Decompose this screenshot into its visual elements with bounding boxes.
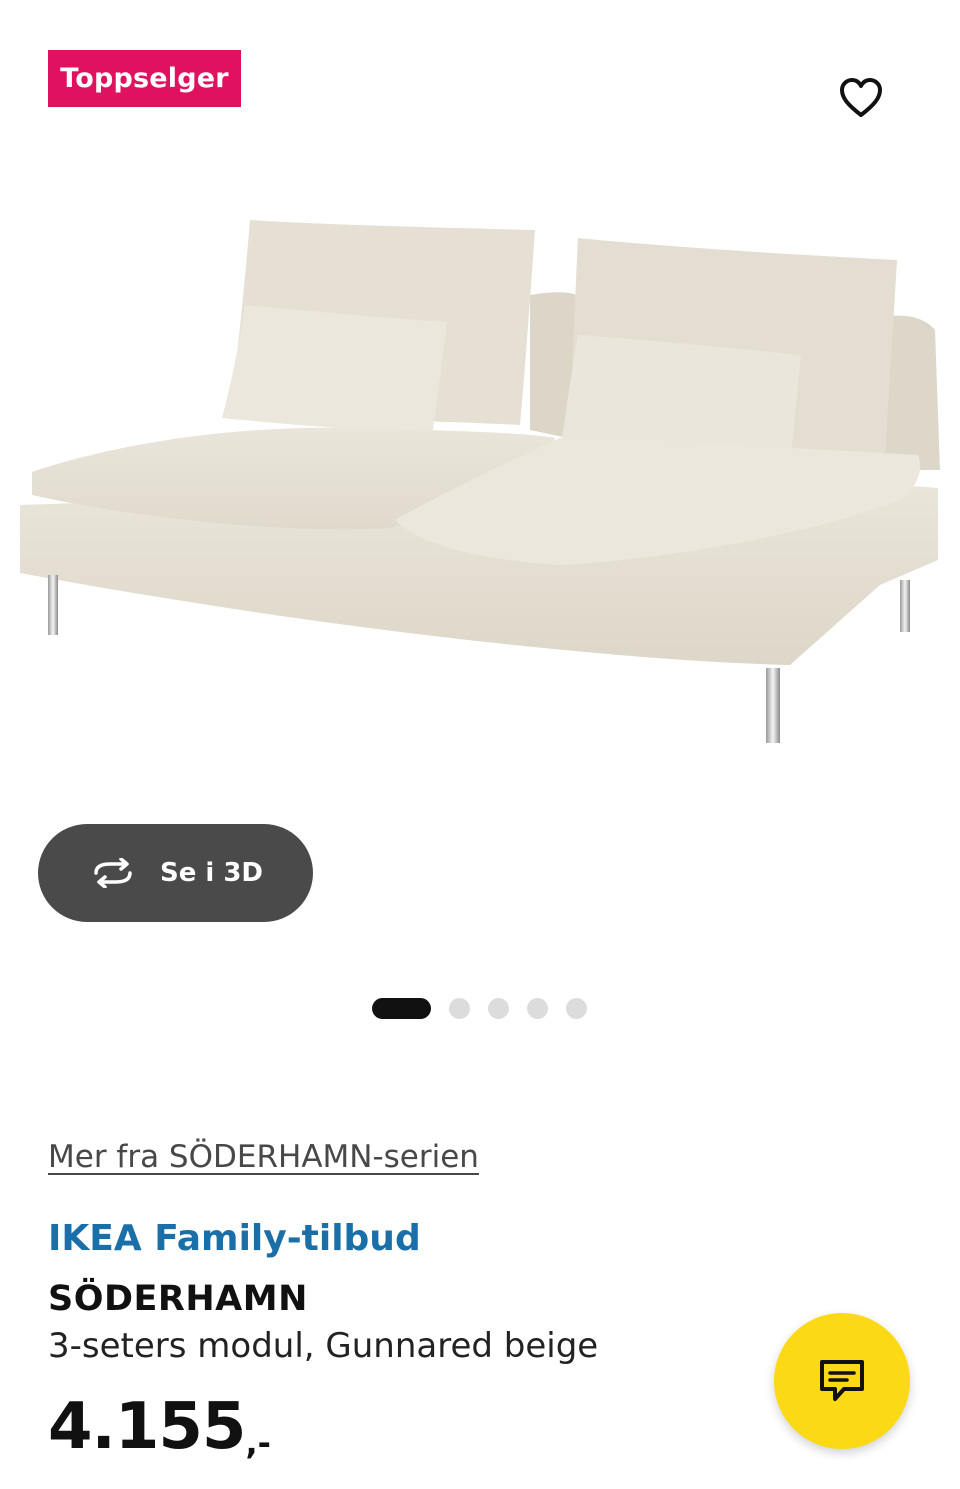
sofa-module-image <box>20 220 940 743</box>
rotate-3d-icon <box>88 858 138 888</box>
series-link[interactable]: Mer fra SÖDERHAMN-serien <box>48 1139 479 1175</box>
carousel-dot-1[interactable] <box>372 998 431 1019</box>
carousel-dot-4[interactable] <box>527 998 548 1019</box>
product-price: 4.155,- <box>48 1390 271 1464</box>
carousel-dot-3[interactable] <box>488 998 509 1019</box>
chat-button[interactable] <box>774 1313 910 1449</box>
view-in-3d-button[interactable]: Se i 3D <box>38 824 313 922</box>
price-main: 4.155 <box>48 1390 246 1464</box>
favorite-button[interactable] <box>833 70 889 126</box>
bestseller-badge: Toppselger <box>48 50 241 107</box>
family-offer-label: IKEA Family-tilbud <box>48 1218 421 1259</box>
carousel-dot-2[interactable] <box>449 998 470 1019</box>
view-in-3d-label: Se i 3D <box>159 858 264 888</box>
heart-outline-icon <box>840 78 882 117</box>
price-suffix: ,- <box>245 1424 271 1462</box>
product-description: 3-seters modul, Gunnared beige <box>48 1326 599 1366</box>
carousel-pagination <box>372 998 587 1019</box>
product-name: SÖDERHAMN <box>48 1279 308 1319</box>
bestseller-badge-label: Toppselger <box>60 63 229 94</box>
chat-icon <box>820 1360 864 1401</box>
carousel-dot-5[interactable] <box>566 998 587 1019</box>
